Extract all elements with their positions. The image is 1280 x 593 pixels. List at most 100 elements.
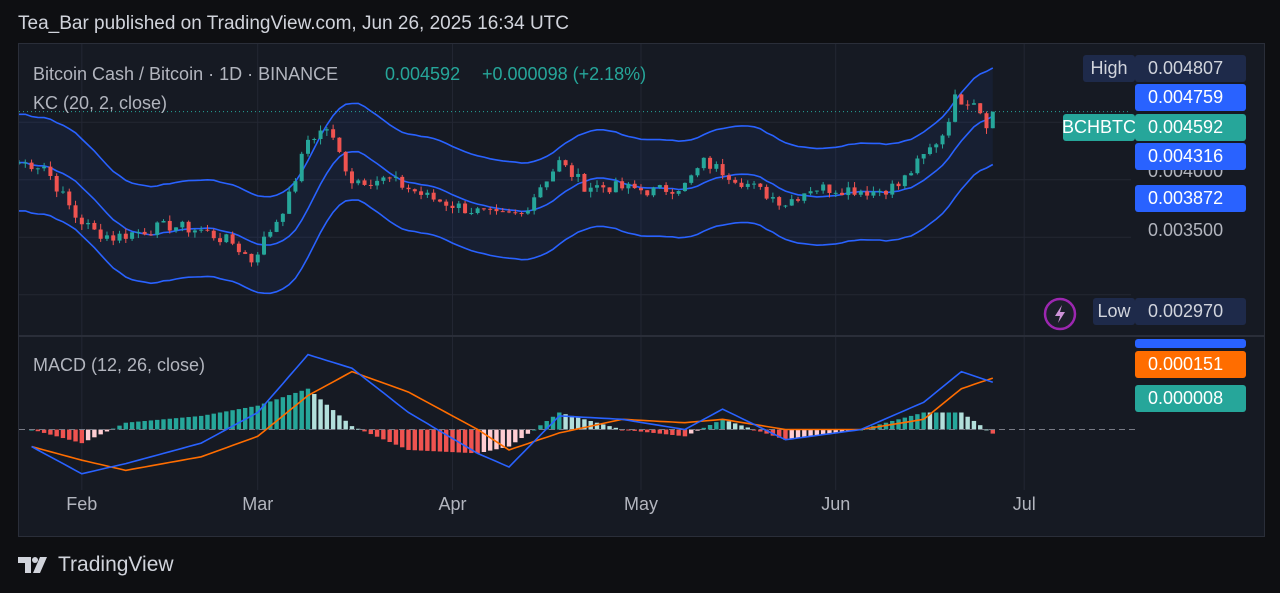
macd-histogram-bar	[707, 424, 713, 430]
candle-body	[174, 227, 179, 231]
macd-histogram-bar	[41, 429, 47, 433]
candle-body	[500, 211, 505, 213]
candle-body	[915, 158, 920, 174]
macd-histogram-bar	[98, 429, 103, 435]
candle-body	[513, 212, 518, 214]
candle-body	[19, 162, 21, 164]
macd-histogram-bar	[462, 429, 468, 453]
candle-body	[136, 231, 141, 233]
time-axis-label: Apr	[438, 494, 466, 514]
macd-histogram-bar	[494, 429, 499, 450]
time-axis-label: Jun	[821, 494, 850, 514]
macd-histogram-bar	[393, 429, 399, 445]
candle-body	[130, 232, 135, 239]
candle-body	[349, 171, 354, 184]
candle-body	[871, 191, 876, 196]
macd-histogram-bar	[324, 404, 330, 430]
macd-histogram-bar	[54, 429, 59, 437]
candle-body	[230, 234, 235, 244]
price-tag-label: BCHBTC	[1062, 117, 1136, 137]
chart-frame[interactable]: FebMarAprMayJunJul 0.0040000.0035000.003…	[18, 43, 1265, 537]
candle-body	[990, 111, 995, 129]
candle-body	[312, 139, 317, 141]
macd-histogram-bar	[211, 413, 216, 430]
candle-body	[243, 252, 248, 254]
macd-histogram-bar	[387, 429, 392, 443]
candle-body	[488, 208, 493, 210]
macd-histogram-bar	[180, 417, 185, 430]
candle-body	[764, 186, 769, 199]
candle-body	[984, 113, 989, 129]
candle-body	[551, 171, 556, 182]
candle-body	[224, 234, 229, 243]
candle-body	[431, 192, 436, 200]
macd-histogram-bar	[739, 425, 744, 430]
candle-body	[676, 191, 681, 194]
macd-histogram-bar	[337, 415, 342, 430]
candle-body	[814, 190, 819, 192]
candle-body	[682, 182, 687, 192]
price-tag-value: 0.004316	[1148, 146, 1223, 166]
price-chart[interactable]: FebMarAprMayJunJul 0.0040000.0035000.003…	[19, 44, 1264, 536]
macd-histogram-bar	[330, 410, 336, 430]
macd-histogram-bar	[224, 411, 229, 430]
time-axis-label: Mar	[242, 494, 273, 514]
candle-body	[827, 184, 832, 193]
candle-body	[104, 235, 109, 239]
candle-body	[86, 222, 91, 225]
candle-body	[689, 175, 694, 183]
candle-body	[92, 222, 97, 230]
macd-histogram-bar	[934, 412, 939, 430]
time-axis-label: Feb	[66, 494, 97, 514]
macd-histogram-bar	[952, 412, 958, 430]
candle-body	[35, 168, 40, 170]
candle-body	[865, 191, 870, 196]
macd-histogram-bar	[670, 429, 675, 435]
candle-body	[148, 234, 153, 236]
candle-body	[450, 205, 455, 208]
macd-histogram-bar	[569, 415, 575, 430]
candle-body	[909, 173, 914, 176]
candle-body	[287, 191, 292, 214]
candle-body	[927, 147, 932, 155]
lightning-icon[interactable]	[1043, 297, 1077, 331]
candle-body	[444, 201, 449, 206]
macd-histogram-bar	[60, 429, 66, 439]
candle-body	[368, 184, 373, 186]
macd-histogram-bar	[525, 429, 531, 434]
legend-macd: MACD (12, 26, close)	[33, 355, 205, 375]
candle-body	[808, 191, 813, 194]
candle-body	[896, 183, 901, 187]
candle-body	[557, 160, 562, 172]
macd-histogram-bar	[236, 409, 242, 430]
candle-body	[758, 183, 763, 187]
macd-histogram-bar	[487, 429, 493, 451]
candle-body	[607, 187, 612, 193]
price-tick-label: 0.003500	[1148, 220, 1223, 240]
macd-tag-value: 0.000151	[1148, 354, 1223, 374]
candle-body	[469, 213, 474, 215]
price-scale[interactable]: 0.0040000.0035000.003000High0.0048070.00…	[1062, 55, 1246, 412]
candle-body	[601, 185, 606, 188]
candle-body	[777, 197, 782, 206]
candle-body	[375, 180, 380, 186]
macd-histogram-bar	[217, 412, 223, 430]
candle-body	[645, 190, 650, 196]
candle-body	[318, 130, 323, 140]
candle-body	[67, 191, 72, 206]
macd-histogram-bar	[425, 429, 430, 451]
macd-histogram-bar	[444, 429, 449, 452]
macd-histogram-bar	[343, 420, 348, 430]
candle-body	[274, 221, 279, 232]
candle-body	[29, 162, 34, 170]
macd-histogram-bar	[205, 414, 210, 430]
price-tag-value: 0.003872	[1148, 188, 1223, 208]
publish-header: Tea_Bar published on TradingView.com, Ju…	[18, 13, 569, 34]
candle-body	[337, 137, 342, 152]
candle-body	[249, 253, 254, 263]
candle-body	[563, 160, 568, 166]
candle-body	[519, 213, 524, 215]
macd-histogram-bar	[789, 429, 794, 439]
candle-body	[708, 157, 713, 169]
candle-body	[840, 192, 845, 196]
